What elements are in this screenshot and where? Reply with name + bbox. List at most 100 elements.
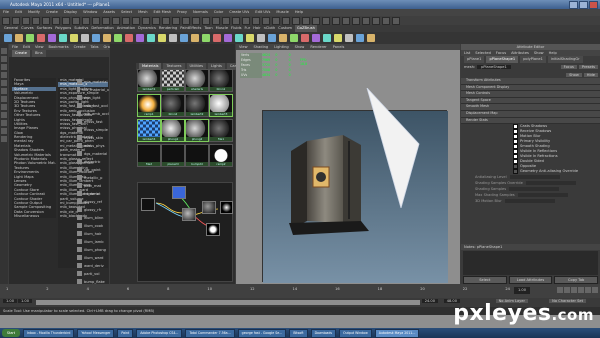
attr-extra-field[interactable] xyxy=(517,193,568,198)
step-forward-button[interactable] xyxy=(585,287,591,293)
shelf-tool-icon[interactable] xyxy=(26,34,34,42)
shelf-tab-painteffects[interactable]: PaintEffects xyxy=(180,25,201,32)
attr-section-tangent-space[interactable]: Tangent Space xyxy=(461,97,600,105)
toolbar-button[interactable] xyxy=(332,16,340,25)
toolbar-button[interactable] xyxy=(222,16,230,25)
shading-network-graph[interactable] xyxy=(137,182,233,282)
toolbox-tool-icon[interactable] xyxy=(1,96,7,102)
toolbar-button[interactable] xyxy=(372,16,380,25)
attr-section-render-stats[interactable]: Render Stats xyxy=(461,117,600,125)
shelf-tab-fur[interactable]: Fur xyxy=(245,25,251,32)
hypershade-node-item[interactable]: illum_blinn xyxy=(77,214,109,221)
material-swatch[interactable]: lambert1 xyxy=(137,69,161,92)
graph-node-ramp[interactable] xyxy=(206,223,220,236)
step-back-button[interactable] xyxy=(564,287,570,293)
toolbar-button[interactable] xyxy=(132,16,140,25)
hypershade-node-item[interactable]: misss_phys xyxy=(77,142,109,149)
toolbar-button[interactable] xyxy=(162,16,170,25)
shelf-tool-icon[interactable] xyxy=(70,34,78,42)
go-to-end-button[interactable] xyxy=(592,287,598,293)
shelf-tool-icon[interactable] xyxy=(48,34,56,42)
menu-proxy[interactable]: Proxy xyxy=(177,9,187,16)
material-swatch[interactable]: shaderG xyxy=(185,69,209,92)
shelf-tool-icon[interactable] xyxy=(59,34,67,42)
shelf-tool-icon[interactable] xyxy=(367,34,375,42)
toolbar-button[interactable] xyxy=(302,16,310,25)
tab-create[interactable]: Create xyxy=(12,50,30,57)
shelf-tab-hair[interactable]: Hair xyxy=(253,25,260,32)
menu-color[interactable]: Color xyxy=(214,9,223,16)
taskbar-item[interactable]: Yahoo! Messenger xyxy=(77,328,115,338)
menu-display[interactable]: Display xyxy=(64,9,77,16)
toolbar-button[interactable] xyxy=(112,16,120,25)
taskbar-item[interactable]: george fast - Google Se... xyxy=(237,328,287,338)
material-swatch[interactable]: file1 xyxy=(209,119,233,142)
attr-section-mesh-controls[interactable]: Mesh Controls xyxy=(461,91,600,98)
taskbar-item[interactable]: Paint xyxy=(117,328,134,338)
menu-select[interactable]: Select xyxy=(121,9,132,16)
menu-edit-uvs[interactable]: Edit UVs xyxy=(255,9,270,16)
hypershade-node-item[interactable]: glossy_rfr xyxy=(77,206,109,213)
shelf-tool-icon[interactable] xyxy=(301,34,309,42)
shelf-tool-icon[interactable] xyxy=(125,34,133,42)
hypershade-node-item[interactable]: glossy_ref xyxy=(77,198,109,205)
selected-plane-manipulator[interactable] xyxy=(361,88,421,208)
hypershade-node-item[interactable]: metallic_p xyxy=(77,174,109,181)
panel-menu-bookmarks[interactable]: Bookmarks xyxy=(49,44,69,50)
toolbar-button[interactable] xyxy=(32,16,40,25)
toolbar-button[interactable] xyxy=(182,16,190,25)
shelf-tab-general[interactable]: General xyxy=(4,25,18,32)
toolbar-button[interactable] xyxy=(272,16,280,25)
range-end-field[interactable]: 24.00 xyxy=(421,299,438,303)
range-start-field[interactable]: 1.00 xyxy=(18,299,33,303)
shelf-tool-icon[interactable] xyxy=(169,34,177,42)
menu-mesh[interactable]: Mesh xyxy=(138,9,147,16)
attr-tab-pplane1[interactable]: pPlane1 xyxy=(464,56,485,63)
menu-assets[interactable]: Assets xyxy=(103,9,115,16)
toolbar-button[interactable] xyxy=(392,16,400,25)
toolbox-tool-icon[interactable] xyxy=(1,120,7,126)
viewport-menu-shading[interactable]: Shading xyxy=(254,44,269,50)
shelf-tab-surfaces[interactable]: Surfaces xyxy=(37,25,53,32)
close-button[interactable] xyxy=(589,1,598,9)
shelf-tool-icon[interactable] xyxy=(279,34,287,42)
taskbar-item[interactable]: Autodesk Maya 2011... xyxy=(374,328,420,338)
attr-section-smooth-mesh[interactable]: Smooth Mesh xyxy=(461,104,600,111)
toolbar-button[interactable] xyxy=(382,16,390,25)
start-button[interactable]: Start xyxy=(2,329,20,337)
menu-file[interactable]: File xyxy=(3,9,9,16)
shelf-tab-subdivs[interactable]: Subdivs xyxy=(74,25,88,32)
menu-create[interactable]: Create xyxy=(46,9,58,16)
menu-help[interactable]: Help xyxy=(295,9,303,16)
toolbar-button[interactable] xyxy=(2,16,10,25)
shelf-tab-custom[interactable]: Custom xyxy=(278,25,292,32)
play-back-button[interactable] xyxy=(571,287,577,293)
menu-muscle[interactable]: Muscle xyxy=(276,9,288,16)
viewport-menu-panels[interactable]: Panels xyxy=(333,44,345,50)
shelf-tool-icon[interactable] xyxy=(246,34,254,42)
hypershade-node-item[interactable]: mia_material xyxy=(77,78,109,85)
menu-window[interactable]: Window xyxy=(83,9,97,16)
graph-node-file-texture[interactable] xyxy=(172,186,186,199)
hypershade-node-item[interactable]: illum_lamb xyxy=(77,238,109,245)
shelf-tool-icon[interactable] xyxy=(37,34,45,42)
hypershade-node-item[interactable]: path_mat xyxy=(77,182,109,189)
hypershade-node-item[interactable]: mia_light xyxy=(77,94,109,101)
shelf-tab-deformation[interactable]: Deformation xyxy=(91,25,113,32)
hypershade-node-item[interactable]: dielectric xyxy=(77,158,109,165)
graph-node-material[interactable] xyxy=(182,208,196,221)
hide-button[interactable]: Hide xyxy=(583,72,598,77)
toolbox-tool-icon[interactable] xyxy=(1,136,7,142)
attr-btn-select[interactable]: Select xyxy=(463,276,507,284)
play-forward-button[interactable] xyxy=(578,287,584,293)
toolbox-tool-icon[interactable] xyxy=(1,88,7,94)
shelf-tool-icon[interactable] xyxy=(4,34,12,42)
taskbar-item[interactable]: Inbox - Mozilla Thunderbird xyxy=(23,328,75,338)
menu-modify[interactable]: Modify xyxy=(28,9,40,16)
shelf-tool-icon[interactable] xyxy=(345,34,353,42)
viewport-menu-view[interactable]: View xyxy=(239,44,248,50)
toolbar-button[interactable] xyxy=(292,16,300,25)
shelf-tab-gozbrush[interactable]: GoZBrush xyxy=(295,25,317,32)
toolbox-tool-icon[interactable] xyxy=(1,104,7,110)
anim-start-field[interactable]: 1.00 xyxy=(3,299,18,303)
